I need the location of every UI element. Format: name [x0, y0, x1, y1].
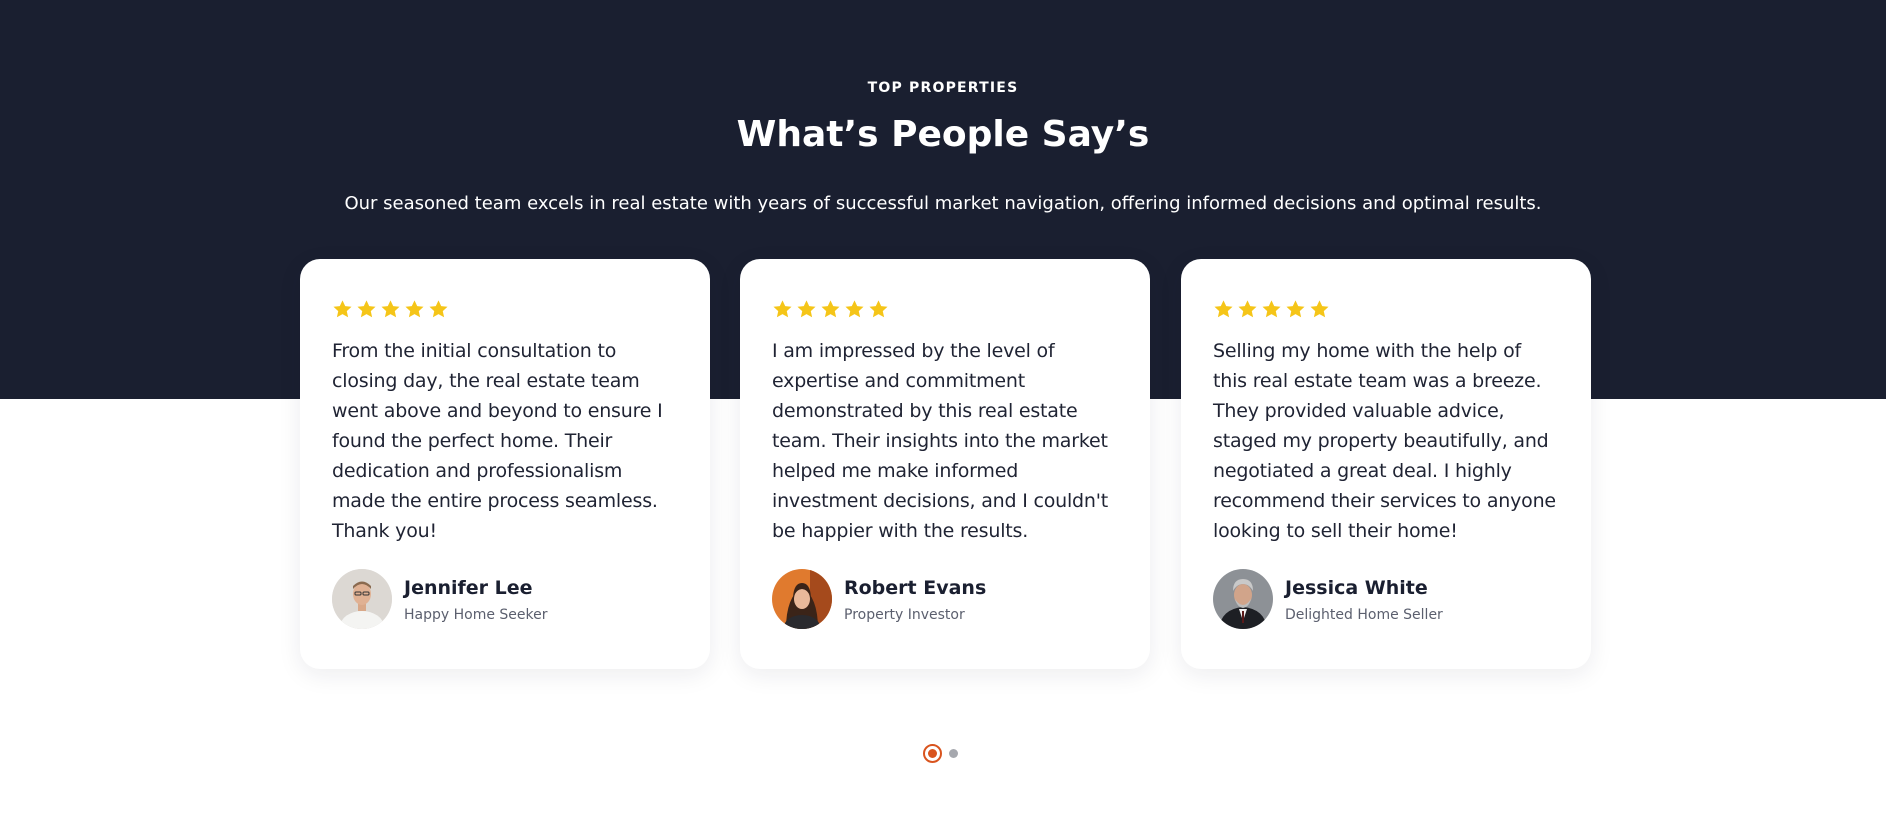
star-icon [820, 299, 841, 320]
author-name: Robert Evans [844, 577, 987, 599]
author-role: Property Investor [844, 607, 965, 623]
avatar [332, 569, 392, 629]
star-icon [844, 299, 865, 320]
testimonial-quote: I am impressed by the level of expertise… [772, 340, 1109, 542]
section-subtitle: Our seasoned team excels in real estate … [344, 193, 1542, 214]
star-icon [1285, 299, 1306, 320]
pagination-dot-active[interactable] [923, 744, 942, 763]
star-icon [332, 299, 353, 320]
testimonial-author: Jennifer Lee Happy Home Seeker [332, 569, 548, 629]
testimonials-page: TOP PROPERTIES What’s People Say’s Our s… [0, 0, 1886, 832]
carousel-pagination [923, 744, 958, 763]
author-role: Happy Home Seeker [404, 607, 548, 623]
star-rating [772, 299, 1118, 323]
pagination-dot[interactable] [949, 749, 958, 758]
star-icon [404, 299, 425, 320]
star-icon [796, 299, 817, 320]
star-icon [380, 299, 401, 320]
testimonial-card: Selling my home with the help of this re… [1181, 259, 1591, 669]
star-icon [356, 299, 377, 320]
star-icon [1213, 299, 1234, 320]
testimonial-card: I am impressed by the level of expertise… [740, 259, 1150, 669]
testimonial-carousel: From the initial consultation to closing… [300, 259, 1592, 669]
author-role: Delighted Home Seller [1285, 607, 1443, 623]
author-name: Jessica White [1285, 577, 1428, 599]
star-icon [1261, 299, 1282, 320]
star-icon [1309, 299, 1330, 320]
star-icon [428, 299, 449, 320]
star-icon [772, 299, 793, 320]
author-name: Jennifer Lee [404, 577, 533, 599]
star-icon [1237, 299, 1258, 320]
avatar [1213, 569, 1273, 629]
avatar [772, 569, 832, 629]
testimonial-card: From the initial consultation to closing… [300, 259, 710, 669]
testimonial-quote: Selling my home with the help of this re… [1213, 340, 1556, 542]
section-eyebrow: TOP PROPERTIES [867, 80, 1019, 96]
star-rating [1213, 299, 1559, 323]
testimonial-author: Jessica White Delighted Home Seller [1213, 569, 1443, 629]
star-rating [332, 299, 678, 323]
section-title: What’s People Say’s [736, 114, 1150, 155]
testimonial-author: Robert Evans Property Investor [772, 569, 986, 629]
testimonial-quote: From the initial consultation to closing… [332, 340, 663, 542]
star-icon [868, 299, 889, 320]
